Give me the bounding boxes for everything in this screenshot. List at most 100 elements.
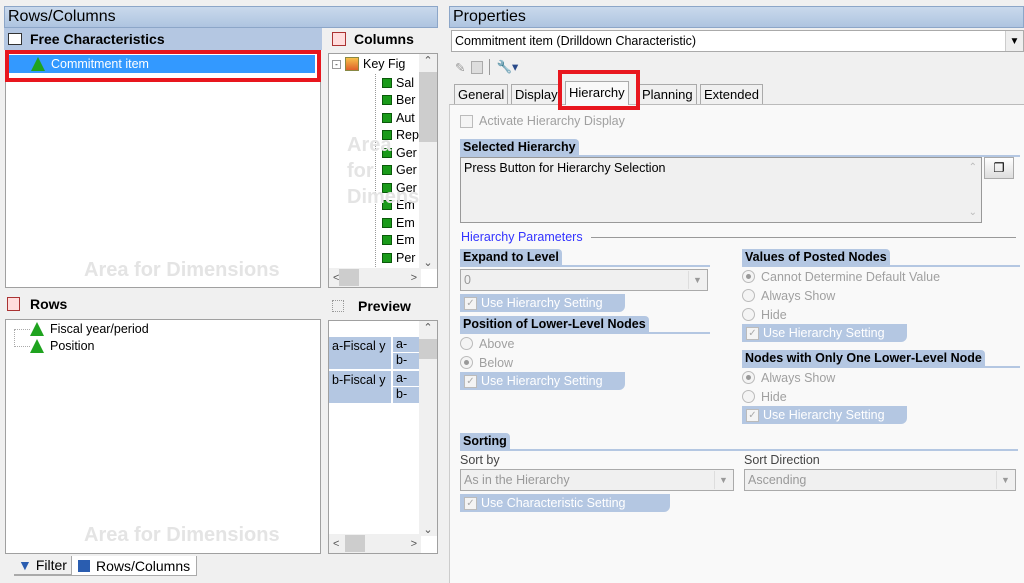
- radio-above[interactable]: Above: [460, 334, 710, 353]
- tab-filter[interactable]: ▼ Filter: [14, 556, 71, 576]
- key-figure-icon: [382, 235, 392, 246]
- copy-icon: ❐: [993, 161, 1005, 175]
- use-hierarchy-setting-checkbox[interactable]: ✓ Use Hierarchy Setting: [460, 372, 625, 390]
- tab-planning[interactable]: Planning: [638, 84, 697, 104]
- key-figure-icon: [382, 95, 392, 106]
- tree-label: Em: [396, 233, 415, 248]
- preview-grid[interactable]: a-Fiscal ya-Pob-Pob-Fiscal ya-Pob-Po ⌃⌄ …: [328, 320, 438, 554]
- section-title: Free Characteristics: [30, 31, 165, 47]
- tree-item[interactable]: Em: [376, 232, 419, 250]
- section-title: Hierarchy Parameters: [461, 230, 583, 244]
- free-characteristics-icon: [8, 33, 22, 45]
- radio-label: Hide: [761, 307, 787, 322]
- edit-icon[interactable]: ✎: [455, 60, 465, 75]
- checkbox-label: Use Hierarchy Setting: [481, 374, 603, 388]
- radio-always-show[interactable]: Always Show: [742, 286, 1020, 305]
- key-figures-icon: [345, 57, 359, 71]
- sort-direction-select[interactable]: Ascending ▼: [744, 469, 1016, 491]
- section-title: Preview: [358, 298, 411, 314]
- position-group: Position of Lower-Level Nodes Above Belo…: [460, 316, 710, 390]
- list-item[interactable]: Fiscal year/period: [30, 322, 149, 336]
- drop-area-watermark: Area for Dimensions: [84, 259, 280, 281]
- tree-label: Rep: [396, 128, 419, 143]
- radio-label: Below: [479, 355, 514, 370]
- tab-display[interactable]: Display: [511, 84, 562, 104]
- preview-cell: b-Po: [393, 353, 421, 369]
- tree-item[interactable]: Aut: [376, 109, 419, 127]
- group-title: Nodes with Only One Lower-Level Node: [742, 350, 985, 366]
- rows-list[interactable]: Fiscal year/period Position Area for Dim…: [5, 319, 321, 554]
- item-label: Position: [50, 339, 95, 353]
- horizontal-scrollbar[interactable]: < >: [329, 268, 421, 287]
- use-hierarchy-setting-checkbox[interactable]: ✓ Use Hierarchy Setting: [460, 294, 625, 312]
- radio-hide[interactable]: Hide: [742, 305, 1020, 324]
- key-figure-icon: [382, 217, 392, 228]
- tab-general[interactable]: General: [454, 84, 509, 104]
- sorting-group: Sorting Sort by As in the Hierarchy ▼ Sor…: [460, 433, 1018, 512]
- dropdown-arrow-icon[interactable]: ▼: [714, 471, 732, 489]
- one-lower-level-node-group: Nodes with Only One Lower-Level Node Alw…: [742, 350, 1020, 424]
- preview-row: a-Fiscal ya-Pob-Po: [329, 337, 421, 369]
- rows-columns-header: Rows/Columns: [4, 6, 438, 28]
- annotation-highlight: [5, 50, 321, 82]
- key-figure-icon: [382, 252, 392, 263]
- tree-label: Ger: [396, 145, 417, 160]
- tree-label: Ber: [396, 93, 416, 108]
- tree-label: Key Fig: [363, 57, 406, 71]
- grid-icon: [77, 559, 90, 572]
- dropdown-arrow-icon[interactable]: ▼: [688, 271, 706, 289]
- radio-always-show[interactable]: Always Show: [742, 368, 1020, 387]
- expand-level-select[interactable]: 0 ▼: [460, 269, 708, 291]
- preview-header: Preview: [328, 294, 438, 318]
- tree-item[interactable]: Ber: [376, 92, 419, 110]
- list-item[interactable]: Position: [30, 339, 94, 353]
- tree-root[interactable]: - Key Fig: [332, 57, 405, 71]
- radio-hide[interactable]: Hide: [742, 387, 1020, 406]
- group-title: Expand to Level: [460, 249, 562, 265]
- sort-by-select[interactable]: As in the Hierarchy ▼: [460, 469, 734, 491]
- use-hierarchy-setting-checkbox[interactable]: ✓ Use Hierarchy Setting: [742, 406, 907, 424]
- item-label: Fiscal year/period: [50, 322, 149, 336]
- filter-icon: ▼: [18, 557, 32, 573]
- rows-header: Rows: [4, 292, 322, 316]
- save-icon[interactable]: [471, 60, 484, 74]
- tree-item[interactable]: Sal: [376, 74, 419, 92]
- checkbox-label: Use Hierarchy Setting: [763, 326, 885, 340]
- select-value: 0: [464, 273, 471, 287]
- tab-extended[interactable]: Extended: [700, 84, 763, 104]
- field-label: Sort by: [460, 453, 500, 467]
- vertical-scrollbar[interactable]: ⌃ ⌄: [419, 54, 437, 269]
- hierarchy-textarea[interactable]: Press Button for Hierarchy Selection ⌃ ⌄: [460, 157, 982, 223]
- activate-hierarchy-checkbox[interactable]: Activate Hierarchy Display: [460, 114, 625, 128]
- radio-below[interactable]: Below: [460, 353, 710, 372]
- tree-item[interactable]: Per: [376, 249, 419, 267]
- checkbox-label: Use Hierarchy Setting: [763, 408, 885, 422]
- tree-label: Per: [396, 250, 416, 265]
- use-hierarchy-setting-checkbox[interactable]: ✓ Use Hierarchy Setting: [742, 324, 907, 342]
- free-characteristics-list[interactable]: Commitment item Area for Dimensions: [5, 50, 321, 288]
- hierarchy-select-button[interactable]: ❐: [984, 157, 1014, 179]
- textarea-value: Press Button for Hierarchy Selection: [464, 161, 666, 175]
- bottom-tabs: ▼ Filter Rows/Columns: [14, 556, 198, 576]
- dropdown-arrow-icon[interactable]: ▼: [996, 471, 1014, 489]
- tree-label: Ger: [396, 163, 417, 178]
- columns-header: Columns: [328, 28, 438, 50]
- columns-tree[interactable]: - Key Fig Sal Ber Aut Rep Ger Ger Ger Em Em Em Per…: [328, 53, 438, 288]
- tree-item[interactable]: Em: [376, 214, 419, 232]
- field-label: Sort Direction: [744, 453, 820, 467]
- hierarchy-parameters-label: Hierarchy Parameters: [461, 230, 1016, 244]
- checkbox[interactable]: [460, 114, 473, 128]
- tools-icon[interactable]: 🔧▾: [496, 59, 518, 75]
- collapse-icon[interactable]: -: [332, 59, 341, 69]
- dropdown-arrow-icon[interactable]: ▼: [1005, 31, 1023, 51]
- object-select[interactable]: Commitment item (Drilldown Characteristi…: [451, 30, 1024, 52]
- vertical-scrollbar[interactable]: ⌃ ⌄: [419, 321, 437, 536]
- drop-area-watermark: Area for Dimensions: [84, 524, 280, 546]
- radio-label: Above: [479, 336, 515, 351]
- select-value: Commitment item (Drilldown Characteristi…: [455, 34, 697, 48]
- radio-cannot-determine[interactable]: Cannot Determine Default Value: [742, 267, 1020, 286]
- use-characteristic-setting-checkbox[interactable]: ✓ Use Characteristic Setting: [460, 494, 670, 512]
- horizontal-scrollbar[interactable]: < >: [329, 534, 421, 553]
- tab-rows-columns[interactable]: Rows/Columns: [70, 556, 198, 576]
- rows-icon: [7, 297, 20, 311]
